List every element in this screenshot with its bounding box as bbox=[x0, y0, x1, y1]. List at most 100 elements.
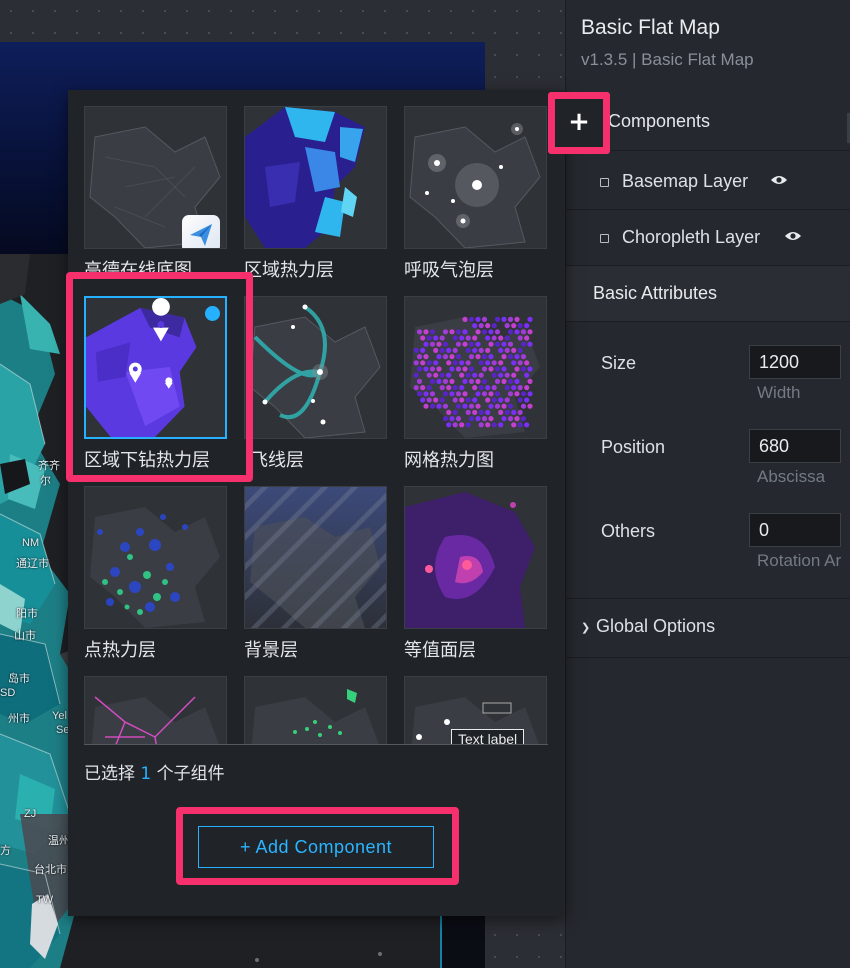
hex-cell bbox=[520, 341, 527, 347]
tile-background[interactable]: 背景层 bbox=[244, 486, 387, 661]
hex-cell bbox=[429, 341, 436, 347]
abscissa-input[interactable]: 680 bbox=[749, 429, 841, 463]
hex-cell bbox=[433, 397, 439, 403]
hex-cell bbox=[494, 378, 501, 384]
hex-cell bbox=[491, 397, 497, 403]
hex-cell bbox=[524, 323, 530, 329]
hex-cell bbox=[420, 360, 426, 366]
basic-attributes-label: Basic Attributes bbox=[593, 283, 718, 303]
hex-cell bbox=[462, 378, 468, 384]
tile-grid-heatmap[interactable]: 网格热力图 bbox=[404, 296, 547, 471]
hex-cell bbox=[475, 391, 481, 397]
hex-cell bbox=[429, 391, 436, 397]
hex-cell bbox=[420, 385, 426, 391]
hex-cell bbox=[481, 316, 488, 322]
hex-cell bbox=[452, 347, 458, 353]
hex-cell bbox=[504, 335, 510, 341]
hex-cell bbox=[433, 347, 439, 353]
hex-cell bbox=[439, 372, 445, 378]
hex-cell bbox=[420, 335, 426, 341]
hex-cell bbox=[439, 385, 445, 391]
hex-cell bbox=[475, 416, 481, 422]
eye-icon[interactable] bbox=[770, 173, 788, 191]
tile-scatter-layer[interactable] bbox=[244, 676, 387, 745]
tile-isosurface[interactable]: 等值面层 bbox=[404, 486, 547, 661]
hex-cell bbox=[459, 385, 465, 391]
hex-cell bbox=[442, 354, 449, 360]
hex-cell bbox=[514, 366, 520, 372]
hex-cell bbox=[452, 385, 458, 391]
map-label: 通辽市 bbox=[16, 558, 49, 570]
hex-cell bbox=[452, 397, 458, 403]
thumbnail bbox=[244, 106, 387, 249]
hex-cell bbox=[416, 391, 423, 397]
hex-cell bbox=[524, 372, 530, 378]
tile-text-label[interactable]: Text label bbox=[404, 676, 547, 745]
hex-cell bbox=[423, 403, 429, 409]
hex-cell bbox=[462, 316, 468, 322]
thumbnail bbox=[404, 106, 547, 249]
hex-cell bbox=[436, 366, 442, 372]
hex-cell bbox=[436, 378, 442, 384]
hex-cell bbox=[423, 329, 429, 335]
hex-cell bbox=[455, 416, 462, 422]
hex-cell bbox=[481, 416, 488, 422]
hex-cell bbox=[429, 403, 436, 409]
hex-cell bbox=[517, 422, 523, 428]
map-label: 岛市 bbox=[8, 673, 30, 685]
hex-cell bbox=[429, 366, 436, 372]
thumbnail bbox=[244, 676, 387, 745]
hex-cell bbox=[498, 335, 504, 341]
hex-cell bbox=[491, 323, 497, 329]
hex-cell bbox=[472, 323, 478, 329]
hex-cell bbox=[491, 422, 497, 428]
others-label: Others bbox=[601, 521, 656, 541]
hex-cell bbox=[472, 347, 478, 353]
hex-cell bbox=[426, 335, 432, 341]
tile-region-heat[interactable]: 区域热力层 bbox=[244, 106, 387, 281]
basic-attributes-header[interactable]: Basic Attributes bbox=[566, 266, 850, 322]
component-version: v1.3.5 | Basic Flat Map bbox=[581, 50, 754, 69]
selection-suffix: 个子组件 bbox=[156, 764, 225, 784]
add-layer-button[interactable]: + bbox=[548, 92, 610, 154]
tile-amap-basemap[interactable]: 高德在线底图 bbox=[84, 106, 227, 281]
rotation-input[interactable]: 0 bbox=[749, 513, 841, 547]
hex-cell bbox=[485, 360, 491, 366]
tile-flyline[interactable]: 飞线层 bbox=[244, 296, 387, 471]
map-label: Yel bbox=[52, 710, 67, 722]
eye-icon[interactable] bbox=[784, 229, 802, 247]
hex-cell bbox=[465, 409, 471, 415]
tile-breathing-bubble[interactable]: 呼吸气泡层 bbox=[404, 106, 547, 281]
tile-route-layer[interactable] bbox=[84, 676, 227, 745]
tile-point-heat[interactable]: 点热力层 bbox=[84, 486, 227, 661]
hex-cell bbox=[475, 403, 481, 409]
hex-cell bbox=[527, 403, 533, 409]
hex-cell bbox=[517, 323, 523, 329]
hex-cell bbox=[449, 329, 455, 335]
layer-item-basemap[interactable]: Basemap Layer bbox=[566, 154, 850, 210]
hex-cell bbox=[507, 378, 514, 384]
hex-cell bbox=[491, 335, 497, 341]
selection-summary: 已选择 1 个子组件 bbox=[84, 759, 225, 784]
hex-cell bbox=[524, 422, 530, 428]
hex-cell bbox=[498, 347, 504, 353]
hex-cell bbox=[517, 347, 523, 353]
component-picker: 高德在线底图 区域热力层 呼吸气泡层 区域下钻热力层 飞线层 网格热力图 点热力… bbox=[68, 90, 565, 916]
hex-cell bbox=[501, 354, 507, 360]
hex-cell bbox=[465, 422, 471, 428]
global-options-header[interactable]: ❯ Global Options bbox=[566, 598, 850, 658]
hex-cell bbox=[485, 397, 491, 403]
map-label: SD bbox=[0, 687, 16, 699]
layer-item-choropleth[interactable]: Choropleth Layer bbox=[566, 210, 850, 266]
hex-cell bbox=[446, 422, 452, 428]
width-input[interactable]: 1200 bbox=[749, 345, 841, 379]
hex-cell bbox=[507, 416, 514, 422]
thumbnail bbox=[244, 486, 387, 629]
hex-cell bbox=[494, 366, 501, 372]
hex-cell bbox=[507, 341, 514, 347]
hex-cell bbox=[472, 385, 478, 391]
hex-cell bbox=[462, 391, 468, 397]
hex-cell bbox=[468, 354, 475, 360]
hex-cell bbox=[452, 360, 458, 366]
hex-cell bbox=[488, 366, 494, 372]
